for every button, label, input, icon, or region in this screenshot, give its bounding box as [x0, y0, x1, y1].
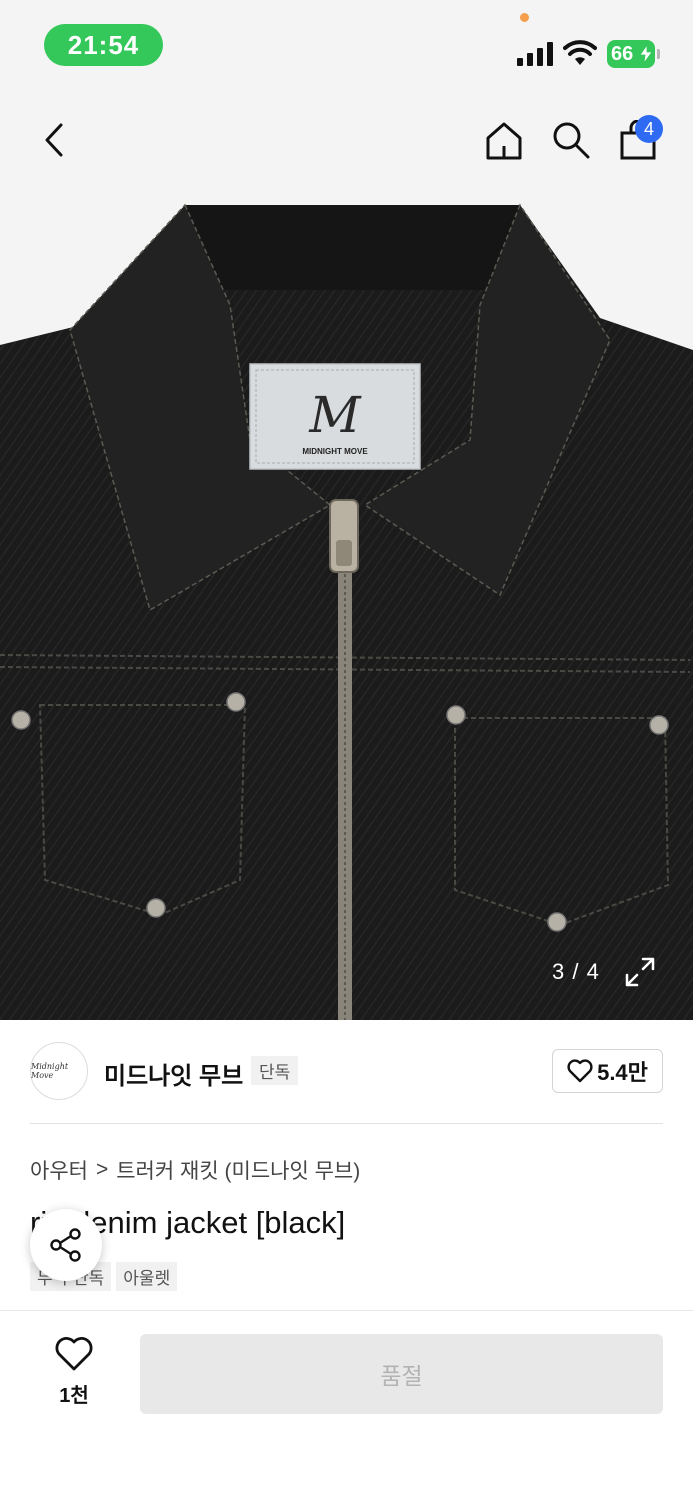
home-icon — [486, 122, 522, 160]
brand-like-button[interactable]: 5.4만 — [552, 1049, 663, 1093]
breadcrumb-subcategory[interactable]: 트러커 재킷 (미드나잇 무브) — [116, 1155, 360, 1185]
back-button[interactable] — [34, 118, 74, 162]
heart-icon — [55, 1337, 93, 1371]
brand-logo-text: Midnight Move — [31, 1062, 69, 1080]
heart-icon — [567, 1059, 593, 1083]
battery-indicator: 66 — [607, 40, 655, 68]
divider — [30, 1123, 663, 1124]
svg-text:M: M — [308, 386, 362, 444]
privacy-indicator-dot — [520, 13, 529, 22]
wishlist-count: 1천 — [59, 1385, 89, 1407]
battery-level: 66 — [611, 42, 634, 65]
breadcrumb-separator: > — [95, 1158, 109, 1181]
breadcrumb: 아우터 > 트러커 재킷 (미드나잇 무브) — [30, 1155, 360, 1185]
brand-row: Midnight Move 미드나잇 무브 단독 5.4만 — [30, 1040, 663, 1102]
home-button[interactable] — [482, 118, 526, 162]
expand-image-button[interactable] — [624, 956, 656, 993]
brand-logo[interactable]: Midnight Move — [30, 1042, 88, 1100]
wifi-icon — [563, 40, 597, 65]
exclusive-badge: 단독 — [251, 1056, 299, 1085]
breadcrumb-category[interactable]: 아우터 — [30, 1155, 88, 1185]
tag-outlet: 아울렛 — [116, 1262, 178, 1291]
cellular-signal-icon — [517, 42, 553, 66]
search-icon — [553, 122, 590, 159]
share-button[interactable] — [30, 1209, 102, 1281]
search-button[interactable] — [549, 118, 593, 162]
wishlist-button[interactable]: 1천 — [44, 1336, 104, 1408]
status-time: 21:54 — [44, 24, 163, 66]
brand-label-text: MIDNIGHT MOVE — [302, 447, 368, 456]
brand-like-count: 5.4만 — [597, 1060, 648, 1085]
charging-bolt-icon — [640, 45, 652, 63]
image-counter: 3 / 4 — [552, 959, 600, 984]
chevron-left-icon — [45, 123, 63, 157]
product-image[interactable]: M MIDNIGHT MOVE — [0, 198, 693, 1020]
sold-out-button[interactable]: 품절 — [140, 1334, 663, 1414]
jacket-photo: M MIDNIGHT MOVE — [0, 203, 693, 1020]
battery-tip — [657, 49, 660, 59]
brand-name[interactable]: 미드나잇 무브 — [104, 1056, 243, 1091]
cart-count-badge: 4 — [635, 115, 663, 143]
expand-icon — [625, 957, 655, 987]
share-icon — [50, 1228, 81, 1262]
